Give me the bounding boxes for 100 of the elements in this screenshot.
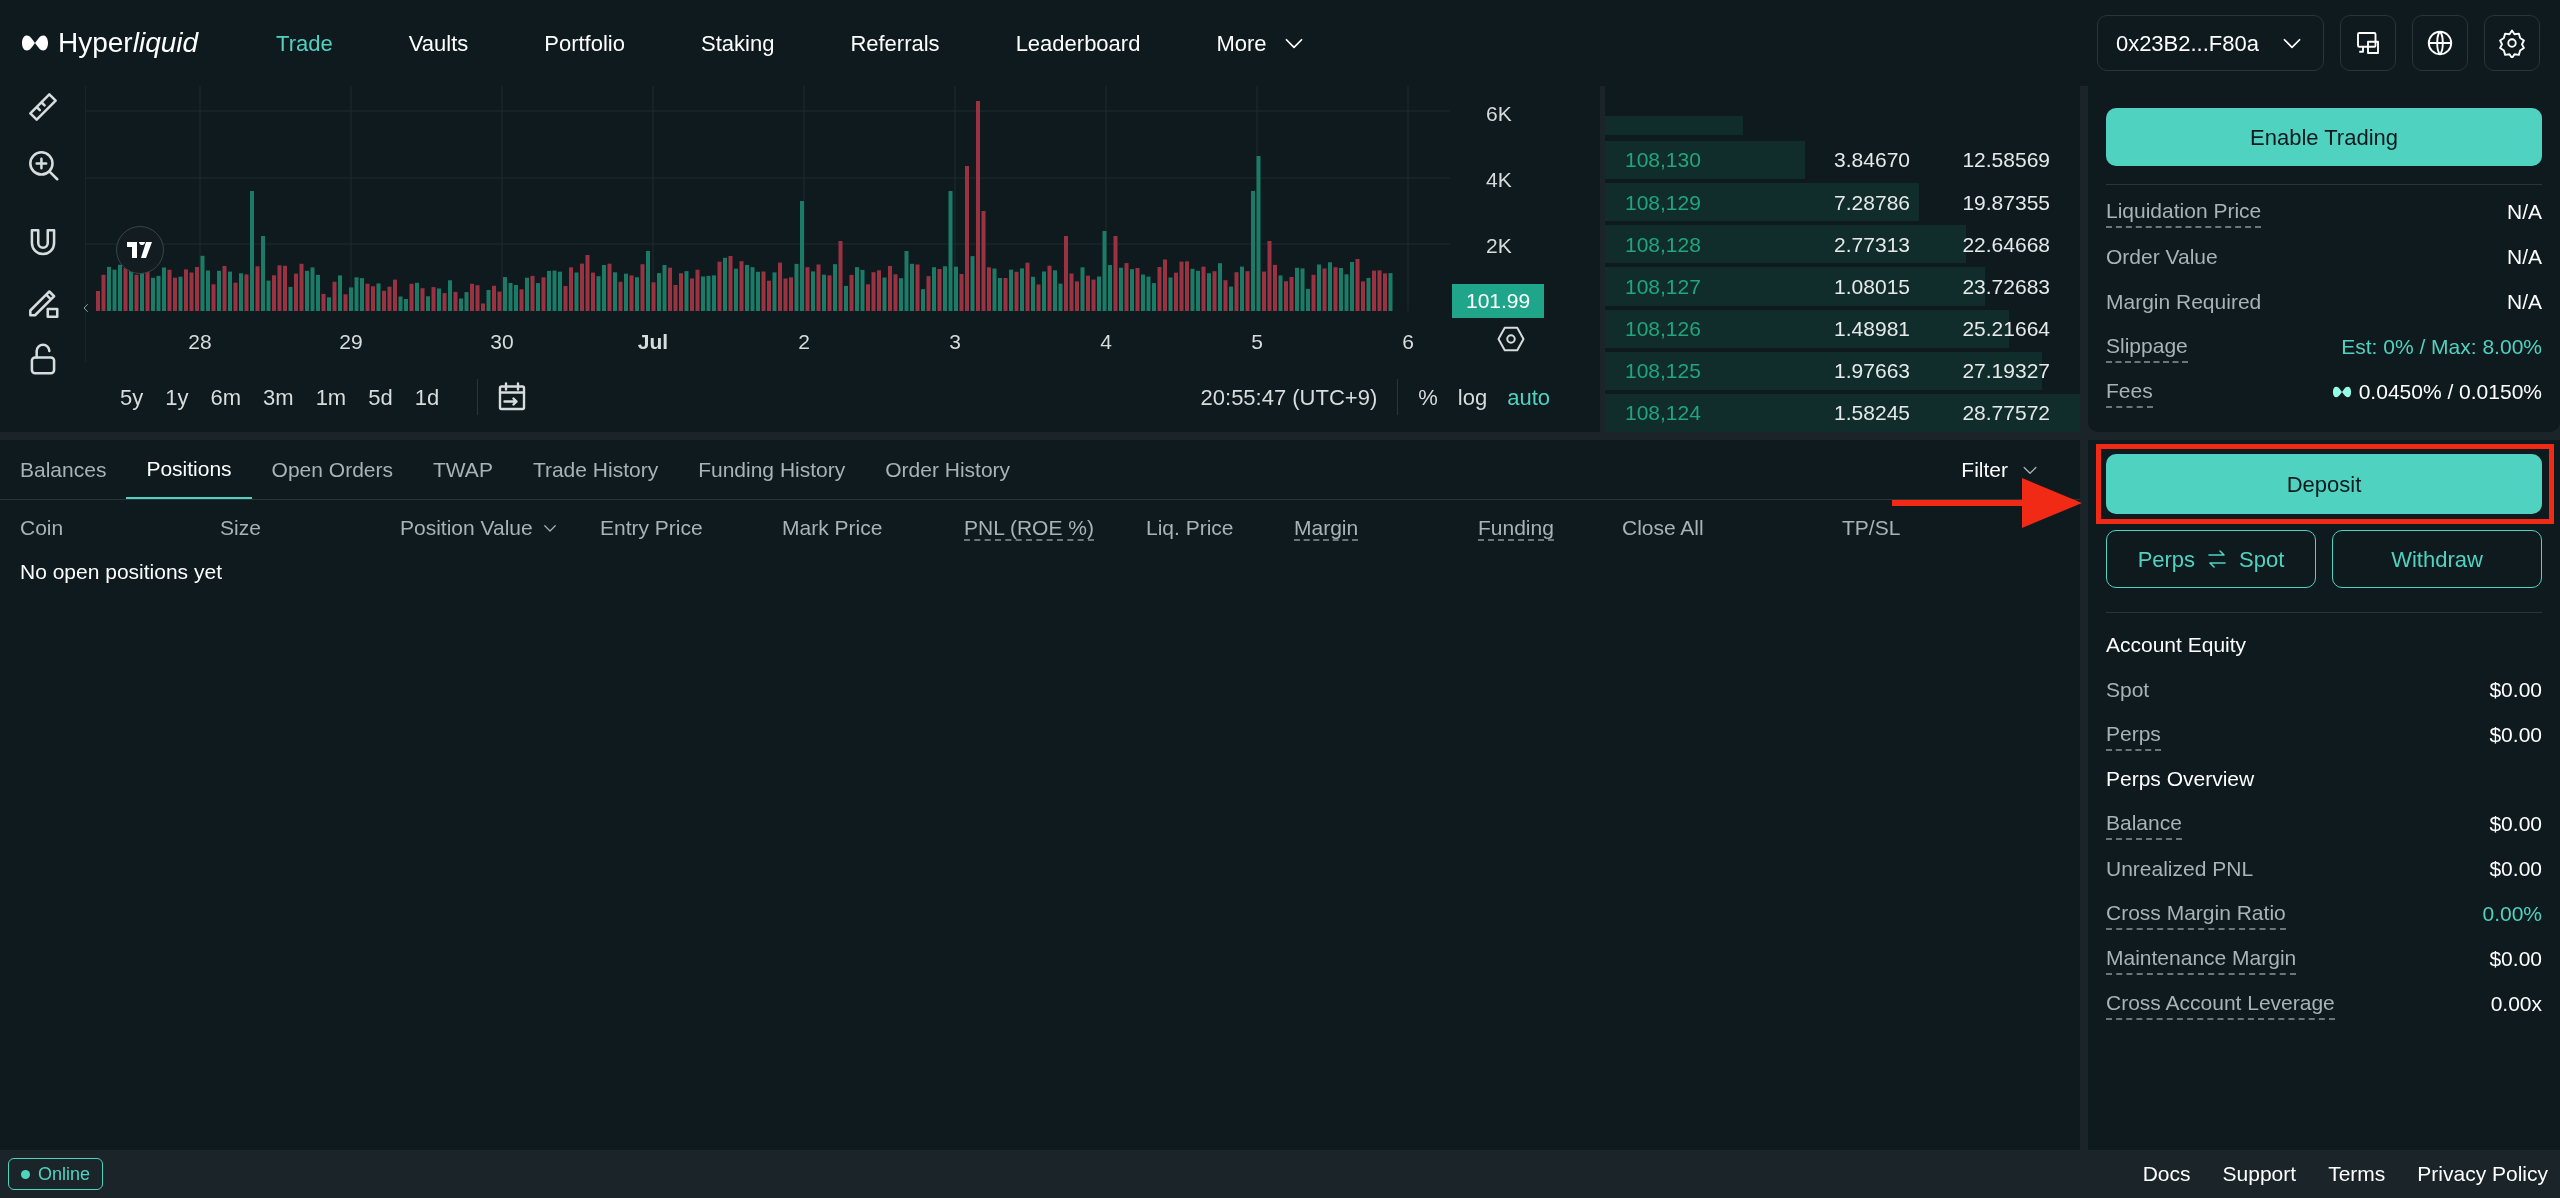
range-button[interactable]: 1d xyxy=(414,380,440,414)
column-header: Coin xyxy=(20,516,64,540)
field-value: $0.00 xyxy=(2489,810,2542,837)
field-label: Spot xyxy=(2106,676,2150,703)
price-tag: 101.99 xyxy=(1452,284,1545,318)
range-button[interactable]: 3m xyxy=(263,380,294,414)
order-book-row[interactable]: 108,130 3.84670 12.58569 xyxy=(1605,141,2080,180)
footer-link[interactable]: Privacy Policy xyxy=(2417,1158,2548,1190)
scale-option[interactable]: % xyxy=(1418,380,1438,414)
logo-text: Hyperliquid xyxy=(58,26,199,60)
column-header: Size xyxy=(220,516,261,540)
field-value: $0.00 xyxy=(2489,676,2542,703)
nav-link[interactable]: Staking xyxy=(663,26,813,60)
globe-button[interactable] xyxy=(2412,15,2468,71)
field-label: Fees xyxy=(2106,374,2153,409)
field-value: 0.00x xyxy=(2490,990,2542,1017)
settings-button[interactable] xyxy=(2484,15,2540,71)
price: 108,127 xyxy=(1625,273,1702,300)
order-book-row[interactable]: 108,124 1.58245 28.77572 xyxy=(1605,393,2080,433)
size: 2.77313 xyxy=(1833,231,1910,258)
scale-option[interactable]: log xyxy=(1457,380,1488,414)
axis-label: 2K xyxy=(1486,233,1512,259)
field-label: Perps xyxy=(2106,717,2161,752)
tab[interactable]: Positions xyxy=(126,440,252,499)
footer-link[interactable]: Docs xyxy=(2142,1158,2191,1190)
tab[interactable]: Funding History xyxy=(678,440,866,499)
price: 108,129 xyxy=(1625,189,1702,216)
field-label: Cross Account Leverage xyxy=(2106,986,2335,1021)
order-book-row[interactable]: 108,125 1.97663 27.19327 xyxy=(1605,351,2080,390)
range-button[interactable]: 1y xyxy=(165,380,189,414)
tab[interactable]: Trade History xyxy=(512,440,679,499)
size: 3.84670 xyxy=(1833,147,1910,174)
transfer-button[interactable]: Perps Spot xyxy=(2106,530,2316,588)
nav-link[interactable]: Vaults xyxy=(370,26,507,60)
field-label: Liquidation Price xyxy=(2106,194,2262,229)
column-header[interactable]: Position Value xyxy=(400,512,600,544)
column-header: Close All xyxy=(1622,516,1704,540)
wallet-button[interactable]: 0x23B2...F80a xyxy=(2096,15,2324,71)
field-label: Order Value xyxy=(2106,243,2218,270)
axis-label: 6 xyxy=(1401,329,1415,355)
column-header: Mark Price xyxy=(782,516,883,540)
nav-link[interactable]: Leaderboard xyxy=(977,26,1179,60)
logo-icon xyxy=(2330,384,2353,399)
range-button[interactable]: 5d xyxy=(368,380,393,414)
order-book-row[interactable]: 108,127 1.08015 23.72683 xyxy=(1605,267,2080,306)
axis-label: 3 xyxy=(948,329,962,355)
axis-label: 5 xyxy=(1250,329,1264,355)
field-value: $0.00 xyxy=(2489,945,2542,972)
nav-link[interactable]: Referrals xyxy=(812,26,978,60)
column-header: Funding xyxy=(1478,516,1554,542)
enable-trading-button[interactable]: Enable Trading xyxy=(2106,108,2542,166)
price: 108,124 xyxy=(1625,400,1702,427)
field-value: N/A xyxy=(2507,243,2542,270)
order-book-row[interactable]: 108,129 7.28786 19.87355 xyxy=(1605,183,2080,222)
filter-dropdown[interactable]: Filter xyxy=(1961,453,2040,486)
range-button[interactable]: 1m xyxy=(315,380,347,414)
axis-label: 6K xyxy=(1486,101,1512,127)
total: 23.72683 xyxy=(1962,273,2050,300)
tab[interactable]: Order History xyxy=(865,440,1031,499)
axis-label: Jul xyxy=(636,329,670,355)
section-title: Perps Overview xyxy=(2106,766,2256,793)
field-label: Balance xyxy=(2106,806,2182,841)
footer-link[interactable]: Terms xyxy=(2328,1158,2386,1190)
chart-logo-icon xyxy=(116,226,164,274)
status-badge: Online xyxy=(8,1158,104,1190)
size: 1.58245 xyxy=(1833,400,1910,427)
settings-icon[interactable] xyxy=(1496,324,1526,354)
nav-link[interactable]: Trade xyxy=(238,26,371,60)
more-menu[interactable]: More xyxy=(1178,26,1345,60)
axis-label: 2 xyxy=(797,329,811,355)
range-button[interactable]: 5y xyxy=(120,380,144,414)
total: 19.87355 xyxy=(1962,189,2050,216)
order-book-row[interactable]: 108,128 2.77313 22.64668 xyxy=(1605,225,2080,264)
order-book-row[interactable]: 108,126 1.48981 25.21664 xyxy=(1605,309,2080,348)
field-label: Margin Required xyxy=(2106,288,2262,315)
footer-link[interactable]: Support xyxy=(2222,1158,2297,1190)
tab[interactable]: TWAP xyxy=(413,440,513,499)
withdraw-button[interactable]: Withdraw xyxy=(2332,530,2542,588)
time-label[interactable]: 20:55:47 (UTC+9) xyxy=(1200,380,1378,414)
settings-icon xyxy=(2497,28,2527,58)
price: 108,126 xyxy=(1625,315,1702,342)
monitor-button[interactable] xyxy=(2340,15,2396,71)
axis-label: 4K xyxy=(1486,167,1512,193)
deposit-button[interactable]: Deposit xyxy=(2106,454,2542,514)
total: 28.77572 xyxy=(1962,400,2050,427)
scale-option[interactable]: auto xyxy=(1507,380,1550,414)
total: 22.64668 xyxy=(1962,231,2050,258)
field-label: Cross Margin Ratio xyxy=(2106,896,2286,931)
field-label: Unrealized PNL xyxy=(2106,855,2254,882)
tab[interactable]: Open Orders xyxy=(251,440,413,499)
size: 7.28786 xyxy=(1833,189,1910,216)
field-value: N/A xyxy=(2507,198,2542,225)
price: 108,130 xyxy=(1625,147,1702,174)
empty-message: No open positions yet xyxy=(19,559,223,585)
column-header: PNL (ROE %) xyxy=(964,516,1094,542)
tab[interactable]: Balances xyxy=(0,440,127,499)
axis-label: 30 xyxy=(489,329,515,355)
size: 1.08015 xyxy=(1833,273,1910,300)
nav-link[interactable]: Portfolio xyxy=(506,26,663,60)
range-button[interactable]: 6m xyxy=(210,380,242,414)
